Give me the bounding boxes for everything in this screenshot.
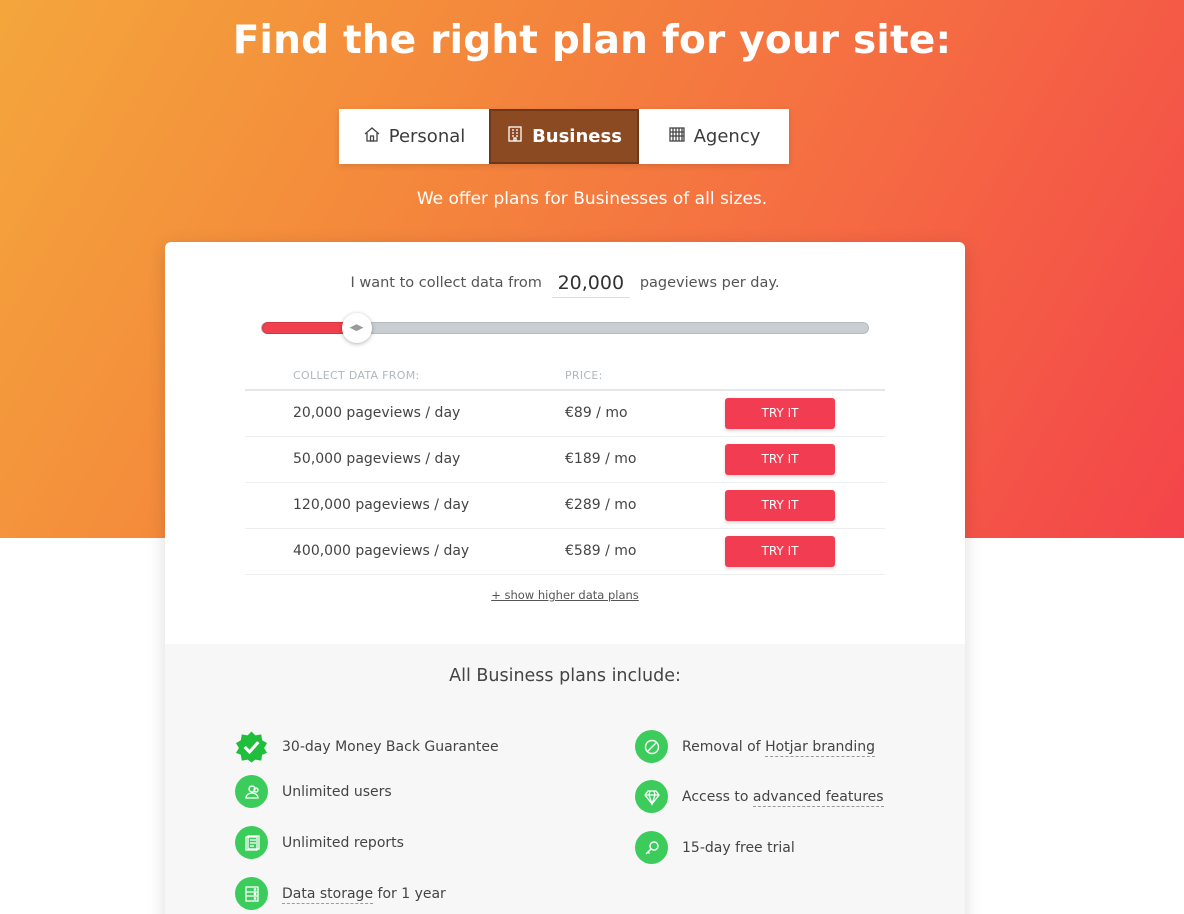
plan-data: 50,000 pageviews / day	[245, 436, 565, 483]
features-title: All Business plans include:	[449, 666, 681, 686]
try-it-button[interactable]: TRY IT	[725, 397, 835, 429]
diamond-icon	[635, 780, 668, 813]
plans-table: COLLECT DATA FROM: PRICE: 20,000 pagevie…	[245, 362, 885, 575]
try-it-button[interactable]: TRY IT	[725, 489, 835, 521]
page-subtitle: We offer plans for Businesses of all siz…	[416, 189, 768, 209]
table-row: 120,000 pageviews / day €289 / mo TRY IT	[245, 482, 885, 529]
feature-text: 30-day Money Back Guarantee	[282, 738, 499, 755]
office-building-icon	[506, 125, 524, 148]
column-header-data: COLLECT DATA FROM:	[245, 362, 565, 391]
feature-text: 15-day free trial	[682, 839, 795, 856]
table-row: 400,000 pageviews / day €589 / mo TRY IT	[245, 528, 885, 575]
table-row: 50,000 pageviews / day €189 / mo TRY IT	[245, 436, 885, 483]
plan-price: €189 / mo	[565, 436, 725, 483]
feature-data-storage: Data storage for 1 year	[235, 877, 446, 910]
feature-text: Unlimited reports	[282, 834, 404, 851]
drag-arrows-icon: ◀▶	[349, 323, 364, 333]
data-storage-tooltip-trigger[interactable]: Data storage	[282, 885, 374, 904]
feature-remove-branding: Removal of Hotjar branding	[635, 730, 875, 763]
collect-prefix: I want to collect data from	[350, 275, 542, 291]
try-it-button[interactable]: TRY IT	[725, 535, 835, 567]
plan-price: €589 / mo	[565, 528, 725, 575]
try-it-button[interactable]: TRY IT	[725, 443, 835, 475]
no-sign-icon	[635, 730, 668, 763]
tab-label: Agency	[693, 126, 761, 147]
feature-unlimited-reports: Unlimited reports	[235, 826, 404, 859]
column-header-price: PRICE:	[565, 362, 725, 391]
key-icon	[635, 831, 668, 864]
storage-icon	[235, 877, 268, 910]
feature-text: for 1 year	[373, 885, 446, 902]
table-row: 20,000 pageviews / day €89 / mo TRY IT	[245, 390, 885, 437]
branding-tooltip-trigger[interactable]: Hotjar branding	[765, 738, 875, 757]
plan-data: 400,000 pageviews / day	[245, 528, 565, 575]
tab-agency[interactable]: Agency	[639, 109, 789, 164]
plan-price: €89 / mo	[565, 390, 725, 437]
feature-text: Unlimited users	[282, 783, 392, 800]
feature-text: Removal of	[682, 738, 766, 755]
feature-money-back: 30-day Money Back Guarantee	[235, 730, 499, 763]
tab-label: Business	[532, 126, 622, 147]
skyscraper-icon	[668, 125, 686, 148]
pricing-card: I want to collect data from pageviews pe…	[165, 242, 965, 914]
slider-handle[interactable]: ◀▶	[341, 313, 372, 343]
feature-free-trial: 15-day free trial	[635, 831, 795, 864]
plan-data: 20,000 pageviews / day	[245, 390, 565, 437]
page-title: Find the right plan for your site:	[232, 18, 952, 63]
column-header-action	[725, 362, 885, 391]
tab-label: Personal	[388, 126, 466, 147]
feature-text: Access to	[682, 788, 753, 805]
pageviews-selector: I want to collect data from pageviews pe…	[165, 268, 965, 298]
pageviews-slider[interactable]: ◀▶	[261, 313, 869, 343]
plan-features-section: All Business plans include: 30-day Money…	[165, 644, 965, 914]
tab-personal[interactable]: Personal	[339, 109, 489, 164]
show-higher-plans-link[interactable]: + show higher data plans	[165, 588, 965, 602]
feature-unlimited-users: Unlimited users	[235, 775, 392, 808]
collect-suffix: pageviews per day.	[639, 275, 780, 291]
pageviews-input[interactable]	[551, 268, 630, 298]
plan-type-tabs: Personal Business Agency	[339, 109, 789, 164]
users-icon	[235, 775, 268, 808]
plan-price: €289 / mo	[565, 482, 725, 529]
verified-badge-icon	[235, 730, 268, 763]
house-icon	[363, 125, 381, 148]
feature-advanced-features: Access to advanced features	[635, 780, 884, 813]
tab-business[interactable]: Business	[489, 109, 639, 164]
advanced-features-tooltip-trigger[interactable]: advanced features	[752, 788, 884, 807]
plan-data: 120,000 pageviews / day	[245, 482, 565, 529]
reports-icon	[235, 826, 268, 859]
